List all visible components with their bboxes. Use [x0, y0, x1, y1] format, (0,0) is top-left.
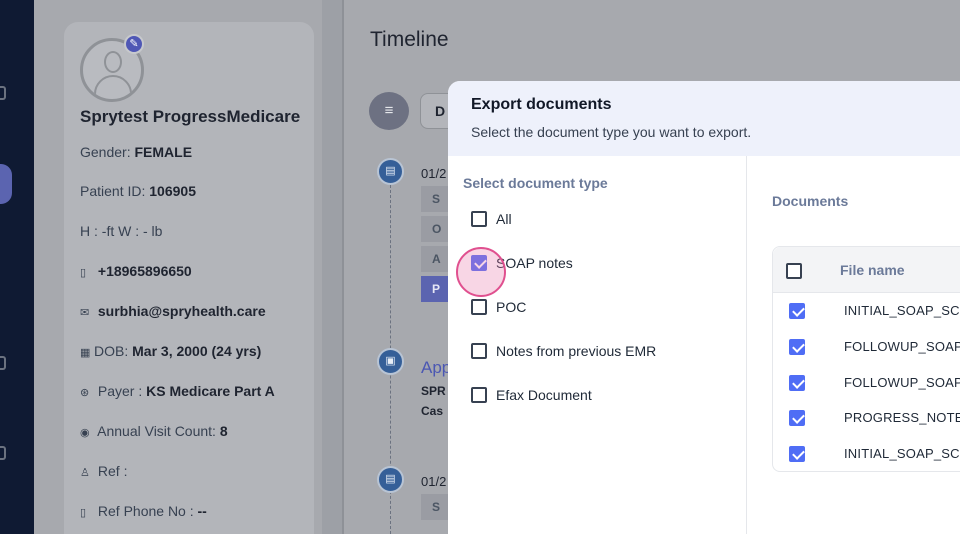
- patient-gender: Gender: FEMALE: [80, 144, 193, 160]
- patient-email: ✉ surbhia@spryhealth.care: [80, 303, 266, 319]
- document-type-pane: Select document type All SOAP notes POC …: [448, 156, 747, 534]
- checkbox[interactable]: [471, 387, 487, 403]
- row-checkbox[interactable]: [789, 410, 805, 426]
- file-name: FOLLOWUP_SOAP: [844, 375, 960, 390]
- option-all[interactable]: All: [471, 209, 512, 229]
- file-name: INITIAL_SOAP_SC: [844, 446, 960, 461]
- timeline-date: 01/2: [421, 166, 447, 181]
- timeline-block[interactable]: S: [421, 186, 451, 212]
- file-name: FOLLOWUP_SOAP: [844, 339, 960, 354]
- patient-phone: ▯ +18965896650: [80, 263, 192, 279]
- documents-table: File name INITIAL_SOAP_SC FOLLOWUP_SOAP …: [772, 246, 960, 472]
- patient-card: ✎ Sprytest ProgressMedicare Gender: FEMA…: [64, 22, 314, 534]
- mail-icon: ✉: [80, 307, 90, 319]
- modal-title: Export documents: [471, 96, 612, 113]
- checkbox-checked[interactable]: [471, 255, 487, 271]
- phone-icon: ▯: [80, 267, 87, 279]
- table-row[interactable]: FOLLOWUP_SOAP: [773, 329, 960, 365]
- row-checkbox[interactable]: [789, 339, 805, 355]
- patient-ref-phone: ▯ Ref Phone No : --: [80, 503, 207, 519]
- patient-dob: ▦ DOB: Mar 3, 2000 (24 yrs): [80, 343, 262, 359]
- option-poc[interactable]: POC: [471, 297, 526, 317]
- phone-icon: ▯: [80, 507, 87, 519]
- patient-ref: ♙ Ref :: [80, 463, 128, 479]
- nav-icon[interactable]: [0, 86, 6, 100]
- timeline-sub: SPR: [421, 384, 446, 398]
- person-icon: ♙: [80, 467, 90, 479]
- timeline-block[interactable]: A: [421, 246, 451, 272]
- edit-avatar-icon[interactable]: ✎: [124, 34, 144, 54]
- table-row[interactable]: FOLLOWUP_SOAP: [773, 365, 960, 401]
- patient-id: Patient ID: 106905: [80, 183, 196, 199]
- option-efax[interactable]: Efax Document: [471, 385, 592, 405]
- checkbox[interactable]: [471, 211, 487, 227]
- table-row[interactable]: PROGRESS_NOTE: [773, 400, 960, 436]
- select-all-checkbox[interactable]: [786, 263, 802, 279]
- modal-header: Export documents Select the document typ…: [448, 81, 960, 156]
- table-row[interactable]: INITIAL_SOAP_SC: [773, 436, 960, 472]
- file-name: PROGRESS_NOTE: [844, 410, 960, 425]
- payer-icon: ⊛: [80, 387, 90, 399]
- timeline-title: Timeline: [370, 28, 449, 51]
- calendar-icon: ▣: [377, 348, 404, 375]
- timeline-block[interactable]: P: [421, 276, 451, 302]
- row-checkbox[interactable]: [789, 303, 805, 319]
- patient-name: Sprytest ProgressMedicare: [80, 107, 301, 126]
- file-name: INITIAL_SOAP_SC: [844, 303, 960, 318]
- timeline-block[interactable]: O: [421, 216, 451, 242]
- select-type-label: Select document type: [463, 175, 608, 191]
- panel-divider: [322, 0, 344, 534]
- nav-active-item[interactable]: [0, 164, 12, 204]
- clipboard-icon: ▤: [377, 158, 404, 185]
- option-soap-notes[interactable]: SOAP notes: [471, 253, 573, 273]
- nav-icon[interactable]: [0, 356, 6, 370]
- row-checkbox[interactable]: [789, 375, 805, 391]
- eye-icon: ◉: [80, 427, 90, 439]
- left-nav-rail: [0, 0, 34, 534]
- timeline-appointment[interactable]: App: [421, 358, 451, 378]
- patient-visit-count: ◉ Annual Visit Count: 8: [80, 423, 228, 439]
- timeline-block[interactable]: S: [421, 494, 451, 520]
- option-previous-emr[interactable]: Notes from previous EMR: [471, 341, 656, 361]
- calendar-icon: ▦: [80, 347, 91, 359]
- file-name-header: File name: [840, 262, 905, 278]
- patient-payer: ⊛ Payer : KS Medicare Part A: [80, 383, 275, 399]
- table-header: File name: [773, 247, 960, 293]
- filter-icon[interactable]: ≡: [369, 92, 409, 130]
- checkbox[interactable]: [471, 299, 487, 315]
- modal-subtitle: Select the document type you want to exp…: [471, 124, 752, 140]
- clipboard-icon: ▤: [377, 466, 404, 493]
- timeline-sub: Cas: [421, 404, 444, 418]
- table-row[interactable]: INITIAL_SOAP_SC: [773, 293, 960, 329]
- export-documents-modal: Export documents Select the document typ…: [448, 81, 960, 534]
- row-checkbox[interactable]: [789, 446, 805, 462]
- documents-label: Documents: [772, 193, 849, 209]
- nav-icon[interactable]: [0, 446, 6, 460]
- checkbox[interactable]: [471, 343, 487, 359]
- patient-height-weight: H : -ft W : - lb: [80, 223, 163, 239]
- timeline-date: 01/2: [421, 474, 447, 489]
